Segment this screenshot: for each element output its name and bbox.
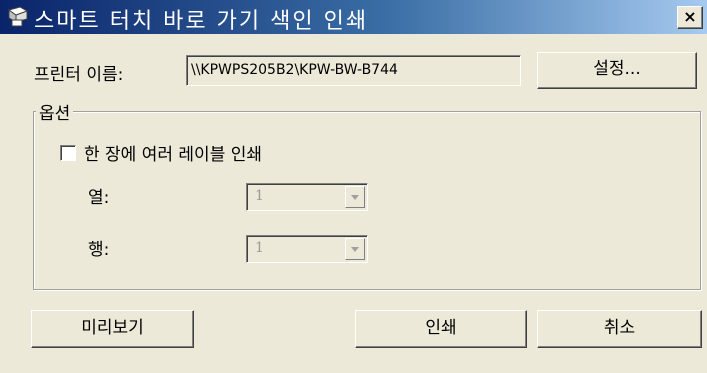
close-button[interactable]: ×	[677, 6, 703, 29]
close-icon: ×	[683, 7, 697, 26]
settings-button[interactable]: 설정...	[537, 52, 697, 89]
columns-dropdown[interactable]: 1	[246, 183, 368, 211]
multi-label-checkbox[interactable]	[60, 145, 76, 161]
preview-button[interactable]: 미리보기	[31, 310, 194, 348]
rows-label: 행:	[88, 240, 110, 260]
window-title: 스마트 터치 바로 가기 색인 인쇄	[34, 9, 369, 34]
print-button[interactable]: 인쇄	[355, 310, 527, 348]
settings-button-label: 설정...	[593, 59, 641, 79]
chevron-down-icon[interactable]	[345, 238, 365, 260]
cancel-button[interactable]: 취소	[537, 310, 702, 348]
columns-label: 열:	[88, 188, 110, 208]
printer-name-label: 프린터 이름:	[34, 65, 124, 85]
columns-value: 1	[255, 188, 264, 204]
multi-label-checkbox-label[interactable]: 한 장에 여러 레이블 인쇄	[84, 140, 262, 165]
rows-dropdown[interactable]: 1	[246, 235, 368, 263]
title-bar[interactable]: 스마트 터치 바로 가기 색인 인쇄 ×	[0, 0, 707, 34]
print-index-dialog: 스마트 터치 바로 가기 색인 인쇄 × 프린터 이름: \\KPWPS205B…	[0, 0, 707, 373]
cancel-button-label: 취소	[603, 318, 636, 338]
preview-button-label: 미리보기	[81, 318, 144, 338]
options-group-label: 옵션	[36, 99, 74, 124]
rows-value: 1	[255, 240, 264, 256]
printer-icon	[7, 6, 29, 27]
printer-name-field: \\KPWPS205B2\KPW-BW-B744	[186, 55, 521, 86]
print-button-label: 인쇄	[425, 318, 457, 338]
chevron-down-icon[interactable]	[345, 186, 365, 208]
